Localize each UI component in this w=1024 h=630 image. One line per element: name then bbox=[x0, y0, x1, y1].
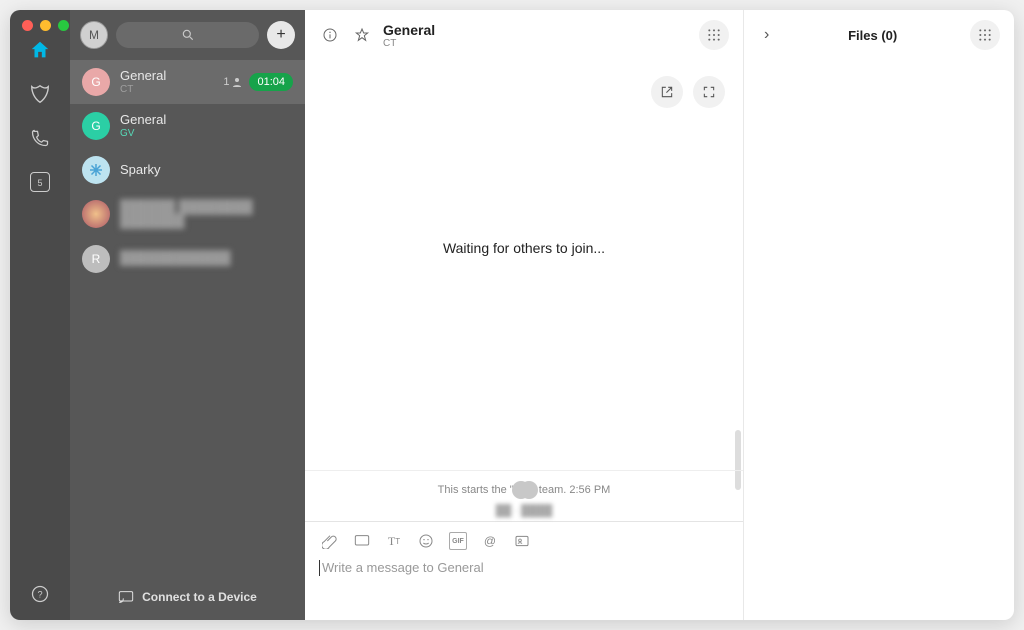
sidebar: M + G General CT 1 01:04 bbox=[70, 10, 305, 620]
activity-menu-button[interactable] bbox=[699, 20, 729, 50]
fullscreen-icon[interactable] bbox=[693, 76, 725, 108]
nav-rail: 5 ? bbox=[10, 10, 70, 620]
files-menu-button[interactable] bbox=[970, 20, 1000, 50]
nav-calendar-icon[interactable]: 5 bbox=[28, 170, 52, 194]
conversation-item[interactable]: Sparky bbox=[70, 148, 305, 192]
cast-icon bbox=[118, 590, 134, 604]
emoji-icon[interactable] bbox=[417, 532, 435, 550]
add-button[interactable]: + bbox=[267, 21, 295, 49]
gif-icon[interactable]: GIF bbox=[449, 532, 467, 550]
history-start: This starts the " team. 2:56 PM ██ · ███… bbox=[305, 470, 743, 521]
conversation-item[interactable]: G General GV bbox=[70, 104, 305, 148]
compose-toolbar: TT GIF @ bbox=[319, 528, 729, 556]
nav-help-icon[interactable]: ? bbox=[28, 582, 52, 606]
star-icon[interactable] bbox=[351, 24, 373, 46]
grid-icon bbox=[978, 28, 992, 42]
conversation-item[interactable]: ██████ ████████ ███████ bbox=[70, 192, 305, 237]
contact-card-icon[interactable] bbox=[513, 532, 531, 550]
svg-text:?: ? bbox=[37, 589, 42, 599]
chat-header: General CT bbox=[305, 10, 743, 60]
text-cursor bbox=[319, 560, 320, 576]
window-controls bbox=[22, 20, 69, 31]
conversation-title: General bbox=[120, 69, 213, 83]
conversation-avatar bbox=[82, 200, 110, 228]
conversation-list: G General CT 1 01:04 G General GV bbox=[70, 60, 305, 574]
conversation-item[interactable]: G General CT 1 01:04 bbox=[70, 60, 305, 104]
conversation-subtitle: GV bbox=[120, 128, 293, 139]
waiting-text: Waiting for others to join... bbox=[443, 240, 605, 256]
files-body bbox=[744, 60, 1014, 620]
participant-count: 1 bbox=[223, 76, 243, 88]
conversation-avatar: R bbox=[82, 245, 110, 273]
calendar-day: 5 bbox=[37, 179, 42, 188]
user-avatar[interactable]: M bbox=[80, 21, 108, 49]
conversation-title: ████████████ bbox=[120, 251, 293, 265]
attach-icon[interactable] bbox=[321, 532, 339, 550]
popout-icon[interactable] bbox=[651, 76, 683, 108]
person-icon bbox=[231, 76, 243, 88]
app-window: 5 ? M + G General CT 1 bbox=[10, 10, 1014, 620]
message-input[interactable] bbox=[322, 556, 729, 579]
files-header: › Files (0) bbox=[744, 10, 1014, 60]
conversation-subtitle: CT bbox=[120, 84, 213, 95]
conversation-item[interactable]: R ████████████ bbox=[70, 237, 305, 281]
nav-calls-icon[interactable] bbox=[28, 126, 52, 150]
chat-subtitle: CT bbox=[383, 38, 435, 49]
screen-share-icon[interactable] bbox=[353, 532, 371, 550]
minimize-window-button[interactable] bbox=[40, 20, 51, 31]
chat-title: General bbox=[383, 22, 435, 38]
conversation-title: General bbox=[120, 113, 293, 127]
format-text-icon[interactable]: TT bbox=[385, 532, 403, 550]
maximize-window-button[interactable] bbox=[58, 20, 69, 31]
files-panel: › Files (0) bbox=[744, 10, 1014, 620]
connect-device-button[interactable]: Connect to a Device bbox=[70, 574, 305, 620]
call-timer-badge: 01:04 bbox=[249, 73, 293, 91]
grid-icon bbox=[707, 28, 721, 42]
conversation-avatar: G bbox=[82, 68, 110, 96]
avatar-stack-icon bbox=[520, 481, 538, 499]
call-area: Waiting for others to join... bbox=[319, 70, 729, 470]
sidebar-header: M + bbox=[70, 10, 305, 60]
history-more: ██ · ████ bbox=[305, 505, 743, 517]
chat-panel: General CT Waiting for o bbox=[305, 10, 744, 620]
search-icon bbox=[181, 28, 195, 42]
connect-device-label: Connect to a Device bbox=[142, 590, 257, 604]
chat-title-block: General CT bbox=[383, 22, 435, 49]
nav-teams-icon[interactable] bbox=[28, 82, 52, 106]
conversation-title: ██████ ████████ ███████ bbox=[120, 200, 293, 229]
conversation-avatar bbox=[82, 156, 110, 184]
compose-area: TT GIF @ bbox=[305, 521, 743, 591]
mention-icon[interactable]: @ bbox=[481, 532, 499, 550]
nav-home-icon[interactable] bbox=[28, 38, 52, 62]
conversation-avatar: G bbox=[82, 112, 110, 140]
info-icon[interactable] bbox=[319, 24, 341, 46]
conversation-title: Sparky bbox=[120, 163, 293, 177]
files-title: Files (0) bbox=[775, 28, 970, 43]
collapse-chevron-icon[interactable]: › bbox=[758, 26, 775, 44]
search-input[interactable] bbox=[116, 22, 259, 48]
close-window-button[interactable] bbox=[22, 20, 33, 31]
